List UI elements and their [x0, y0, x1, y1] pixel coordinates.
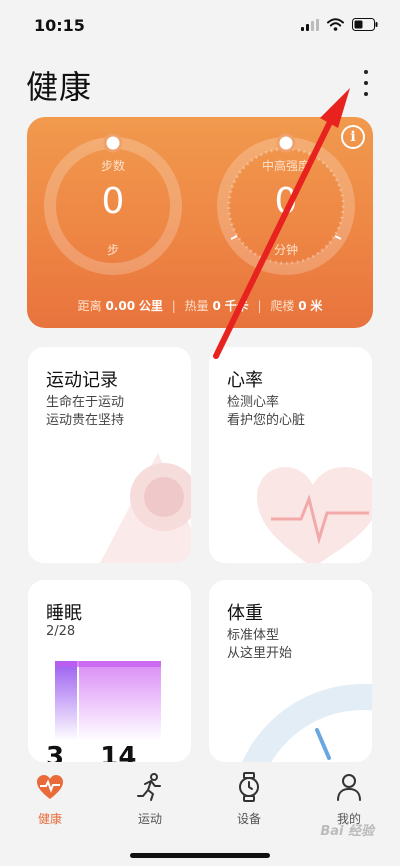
battery-icon: [352, 18, 378, 31]
sleep-tile[interactable]: 睡眠 2/28 3 14: [28, 580, 191, 762]
nav-item-exercise[interactable]: 运动: [120, 772, 180, 827]
status-icons: [301, 18, 378, 31]
distance-label: 距离: [77, 299, 102, 313]
cellular-signal-icon: [301, 18, 319, 31]
more-dot-icon: [364, 81, 368, 85]
nav-item-me[interactable]: 我的: [319, 772, 379, 827]
floors-label: 爬楼: [270, 299, 295, 313]
activity-summary-card[interactable]: i 步数 0 步 中高强度 0 分钟 距离 0.00 公里 | 热量 0 千卡 …: [27, 117, 373, 328]
nav-item-health[interactable]: 健康: [20, 772, 80, 827]
more-dot-icon: [364, 70, 368, 74]
more-options-button[interactable]: [354, 66, 378, 100]
person-icon: [337, 774, 361, 801]
distance-unit: 公里: [138, 299, 163, 313]
watch-icon: [239, 772, 259, 802]
sleep-stage-bars: [55, 661, 161, 741]
info-button[interactable]: i: [341, 125, 365, 149]
status-time: 10:15: [34, 16, 85, 35]
sleep-tile-value: 3 14: [46, 742, 137, 762]
home-indicator[interactable]: [130, 853, 270, 858]
page-title: 健康: [26, 68, 93, 106]
heart-pulse-icon: [37, 775, 63, 799]
bottom-nav: 健康 运动 设备 我的: [0, 762, 400, 866]
intensity-unit: 分钟: [273, 243, 298, 257]
calories-value: 0: [212, 299, 221, 313]
distance-value: 0.00: [105, 299, 136, 313]
status-bar: 10:15: [0, 0, 400, 50]
activity-summary-line: 距离 0.00 公里 | 热量 0 千卡 | 爬楼 0 米: [77, 299, 323, 313]
runner-icon: [137, 773, 161, 801]
more-dot-icon: [364, 92, 368, 96]
calories-label: 热量: [184, 299, 209, 313]
heart-rate-tile[interactable]: 心率 检测心率 看护您的心脏: [209, 347, 372, 563]
intensity-label: 中高强度: [261, 159, 310, 173]
weight-tile[interactable]: 体重 标准体型 从这里开始: [209, 580, 372, 762]
nav-label-health: 健康: [37, 812, 62, 826]
nav-label-devices: 设备: [236, 812, 261, 826]
wifi-icon: [327, 18, 344, 31]
steps-unit: 步: [106, 243, 119, 257]
weight-gauge-icon: [242, 683, 372, 762]
calories-unit: 千卡: [224, 299, 249, 313]
exercise-decoration-icon: [100, 453, 191, 563]
floors-value: 0: [298, 299, 307, 313]
steps-value: 0: [101, 181, 125, 222]
intensity-value: 0: [274, 181, 298, 222]
heart-decoration-icon: [257, 467, 372, 563]
steps-label: 步数: [100, 159, 125, 173]
nav-item-devices[interactable]: 设备: [219, 772, 279, 827]
nav-label-exercise: 运动: [137, 812, 162, 826]
watermark-text: Bai 经验: [320, 824, 374, 839]
exercise-record-tile[interactable]: 运动记录 生命在于运动 运动贵在坚持: [28, 347, 191, 563]
floors-unit: 米: [310, 299, 323, 313]
